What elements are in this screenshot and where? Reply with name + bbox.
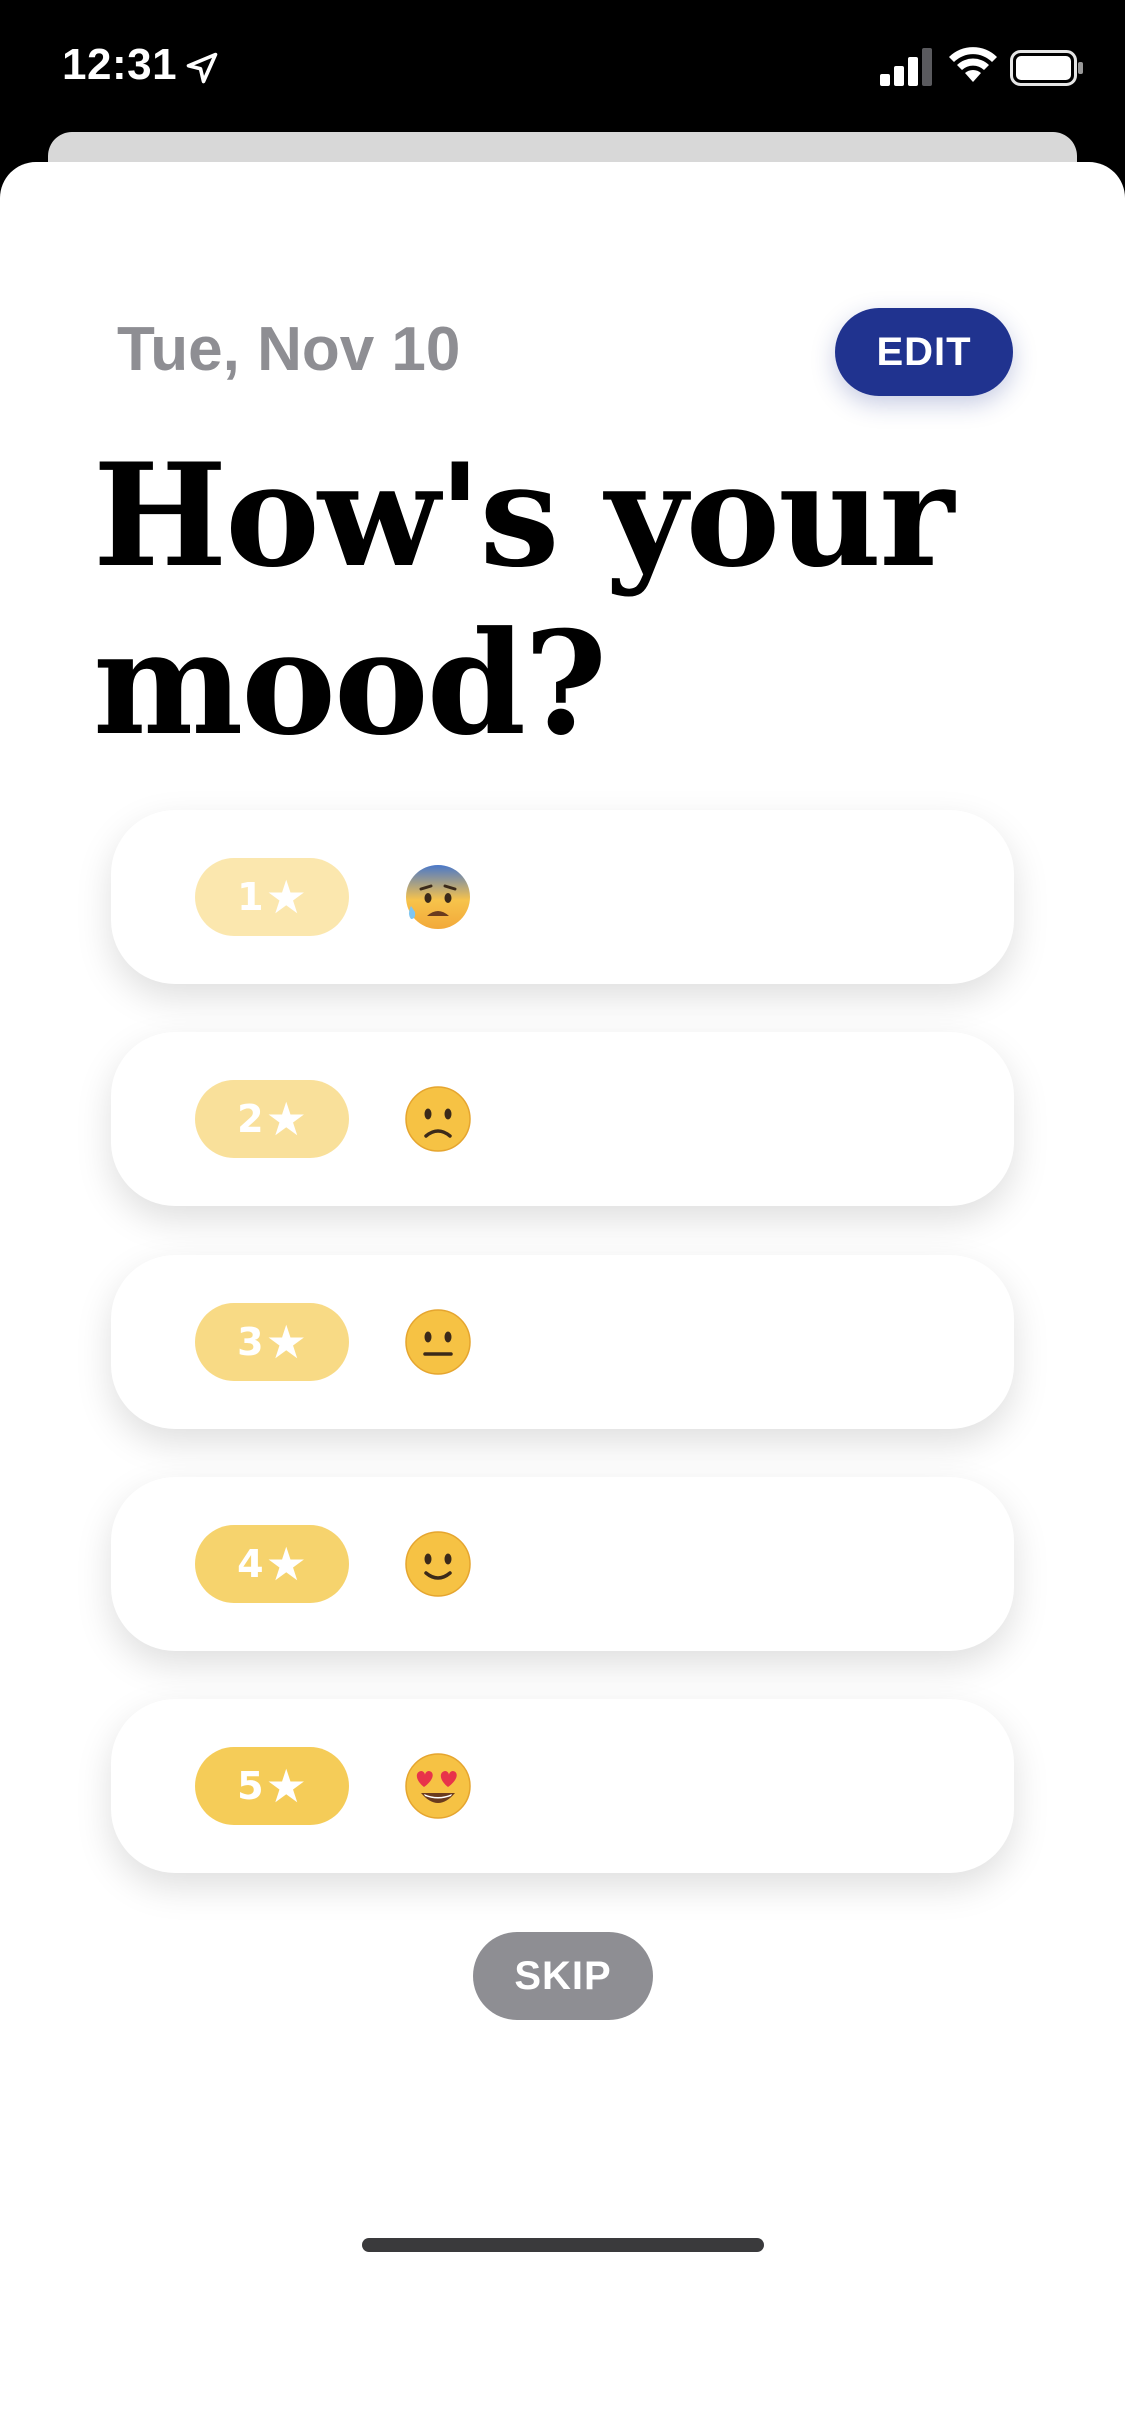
status-time: 12:31 [62,40,178,89]
rating-pill: 3 ★ [195,1303,349,1381]
rating-pill: 5 ★ [195,1747,349,1825]
anxious-sweat-face-icon [406,865,470,929]
page-title: How's your mood? [93,433,954,767]
home-indicator[interactable] [362,2238,764,2252]
mood-option-2[interactable]: 2 ★ [111,1032,1014,1206]
rating-number: 3 [237,1320,264,1364]
rating-pill: 2 ★ [195,1080,349,1158]
rating-number: 4 [237,1542,264,1586]
mood-option-3[interactable]: 3 ★ [111,1255,1014,1429]
mood-option-1[interactable]: 1 ★ [111,810,1014,984]
slightly-frowning-face-icon [405,1086,471,1152]
slightly-smiling-face-icon [405,1531,471,1597]
star-icon: ★ [265,1537,307,1591]
rating-pill: 4 ★ [195,1525,349,1603]
rating-number: 1 [237,875,264,919]
battery-icon [1010,50,1083,86]
rating-number: 2 [237,1097,264,1141]
mood-sheet: Tue, Nov 10 EDIT How's your mood? 1 ★ 2 … [0,162,1125,2436]
mood-option-5[interactable]: 5 ★ [111,1699,1014,1873]
skip-button[interactable]: SKIP [473,1932,653,2020]
cellular-signal-icon [880,48,932,86]
wifi-icon [949,47,997,82]
star-icon: ★ [265,870,307,924]
star-icon: ★ [265,1092,307,1146]
mood-option-4[interactable]: 4 ★ [111,1477,1014,1651]
rating-number: 5 [237,1764,264,1808]
rating-pill: 1 ★ [195,858,349,936]
date-label: Tue, Nov 10 [117,315,461,384]
star-icon: ★ [265,1759,307,1813]
neutral-face-icon [405,1309,471,1375]
star-icon: ★ [265,1315,307,1369]
heart-eyes-face-icon [405,1753,471,1819]
location-arrow-icon [186,52,218,84]
edit-button[interactable]: EDIT [835,308,1013,396]
status-bar: 12:31 [0,0,1125,132]
